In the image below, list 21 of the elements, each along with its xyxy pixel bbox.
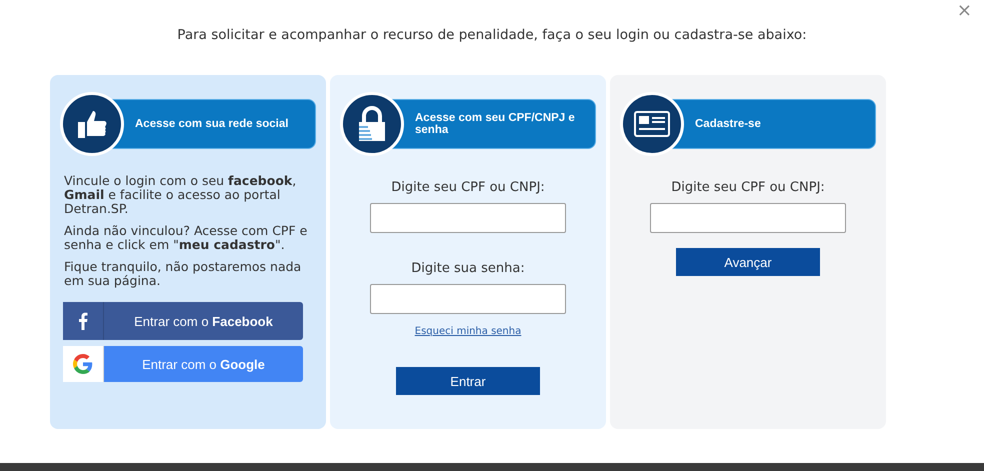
info-text: Vincule o login com o seu facebook, Gmail e facilite o acesso ao portal Detran.SP.	[63, 174, 298, 216]
id-card-icon	[634, 111, 670, 137]
thumbs-up-icon	[76, 108, 108, 140]
facebook-icon	[78, 312, 88, 330]
info-text: Ainda não vinculou? Acesse com CPF e senha e click em "meu cadastro".	[63, 224, 308, 252]
field-label: Digite sua senha:	[411, 261, 525, 276]
forgot-password-link[interactable]: Esqueci minha senha	[414, 326, 522, 337]
close-button[interactable]: ×	[954, 0, 974, 21]
field-label: Digite seu CPF ou CNPJ:	[671, 180, 825, 195]
input-field[interactable]	[370, 284, 566, 314]
input-field[interactable]	[370, 203, 566, 233]
field-label: Digite seu CPF ou CNPJ:	[391, 180, 545, 195]
google-icon	[73, 354, 93, 374]
padlock-icon	[356, 106, 388, 142]
next-button[interactable]: Avançar	[676, 248, 820, 276]
login-button[interactable]: Entrar	[396, 367, 540, 395]
intro-text: Para solicitar e acompanhar o recurso de penalidade, faça o seu login ou cadastra-se abaixo:	[176, 27, 808, 45]
input-field[interactable]	[650, 203, 846, 233]
info-text: Fique tranquilo, não postaremos nada em sua página.	[63, 260, 302, 288]
facebook-login-button[interactable]: Entrar com o Facebook	[63, 302, 303, 340]
google-login-button[interactable]: Entrar com o Google	[63, 346, 303, 382]
